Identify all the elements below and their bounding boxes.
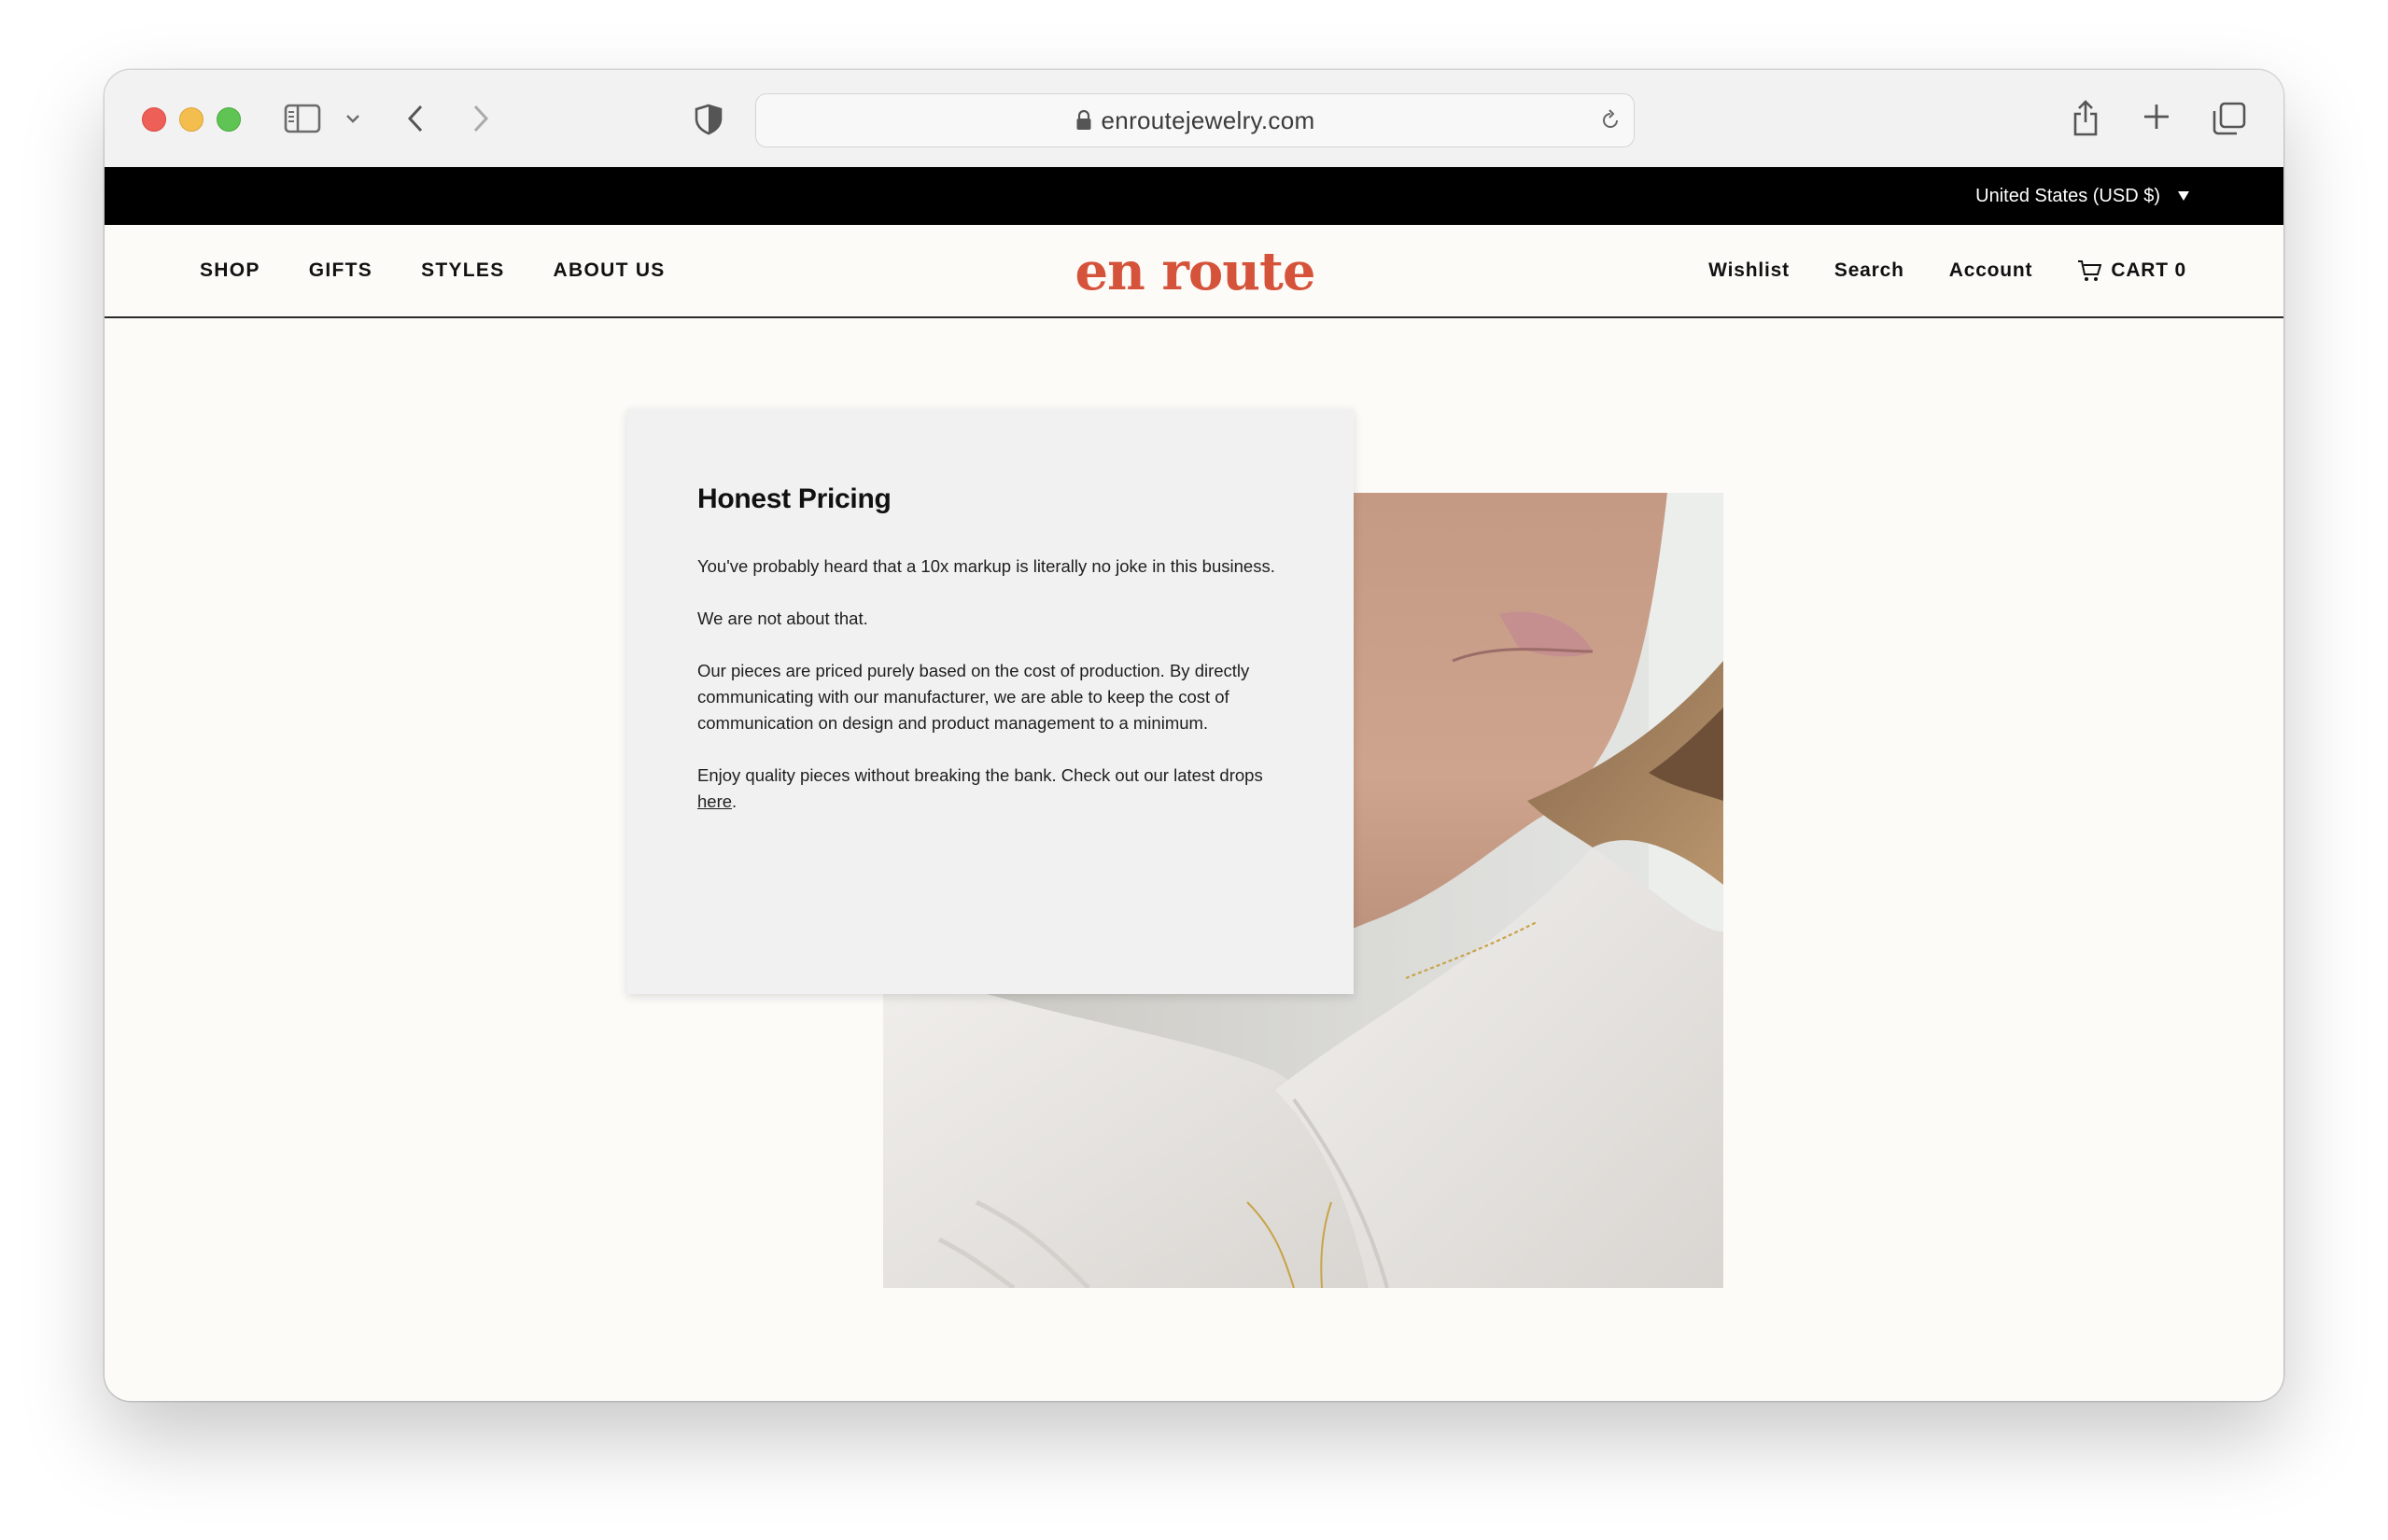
browser-toolbar: enroutejewelry.com — [105, 70, 2283, 168]
utility-nav: Wishlist Search Account CART 0 — [1708, 225, 2186, 316]
region-selector[interactable]: United States (USD $) — [1975, 167, 2190, 225]
announcement-bar: United States (USD $) — [105, 167, 2283, 225]
nav-gifts[interactable]: GIFTS — [309, 259, 372, 282]
cart-label: CART 0 — [2111, 259, 2186, 281]
chevron-left-icon[interactable] — [401, 100, 429, 137]
card-body: You've probably heard that a 10x markup … — [697, 553, 1295, 841]
cart-icon — [2077, 259, 2102, 282]
nav-wishlist[interactable]: Wishlist — [1708, 259, 1790, 282]
site-logo[interactable]: en route — [1055, 232, 1335, 311]
plus-icon[interactable] — [2140, 100, 2173, 133]
site-header: SHOP GIFTS STYLES ABOUT US en route Wish… — [105, 225, 2283, 318]
lock-icon — [1075, 109, 1092, 132]
share-icon[interactable] — [2069, 94, 2102, 141]
chevron-down-icon[interactable] — [344, 109, 362, 128]
paragraph-latest-drops: Enjoy quality pieces without breaking th… — [697, 763, 1295, 815]
nav-account[interactable]: Account — [1949, 259, 2033, 282]
zoom-window-button[interactable] — [217, 107, 241, 132]
nav-cart[interactable]: CART 0 — [2077, 259, 2186, 282]
region-label: United States (USD $) — [1975, 186, 2160, 206]
caret-down-icon — [2177, 190, 2190, 202]
nav-styles[interactable]: STYLES — [421, 259, 504, 282]
reload-icon[interactable] — [1596, 106, 1624, 134]
sidebar-icon[interactable] — [284, 102, 321, 135]
here-link[interactable]: here — [697, 791, 732, 811]
browser-window: enroutejewelry.com United States (USD $) — [105, 70, 2283, 1401]
paragraph-pricing: Our pieces are priced purely based on th… — [697, 661, 1250, 733]
shield-icon[interactable] — [693, 102, 724, 137]
paragraph-not-about-that: We are not about that. — [697, 609, 868, 628]
address-bar[interactable]: enroutejewelry.com — [755, 93, 1635, 147]
chevron-right-icon[interactable] — [467, 100, 495, 137]
primary-nav: SHOP GIFTS STYLES ABOUT US — [200, 225, 666, 316]
minimize-window-button[interactable] — [179, 107, 204, 132]
latest-drops-text: Enjoy quality pieces without breaking th… — [697, 765, 1263, 785]
tabs-icon[interactable] — [2211, 100, 2248, 137]
nav-shop[interactable]: SHOP — [200, 259, 260, 282]
nav-search[interactable]: Search — [1834, 259, 1904, 282]
latest-drops-period: . — [732, 791, 737, 811]
honest-pricing-card: Honest Pricing You've probably heard tha… — [627, 409, 1354, 994]
card-title: Honest Pricing — [697, 483, 892, 514]
close-window-button[interactable] — [142, 107, 166, 132]
paragraph-markup: You've probably heard that a 10x markup … — [697, 556, 1275, 576]
nav-about-us[interactable]: ABOUT US — [554, 259, 666, 282]
url-text: enroutejewelry.com — [1101, 106, 1315, 134]
